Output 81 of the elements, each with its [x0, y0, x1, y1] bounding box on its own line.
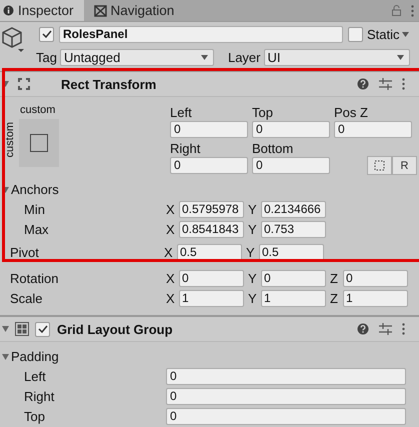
preset-label: custom [20, 104, 56, 116]
axis-label: X [166, 290, 176, 306]
component-header[interactable]: Grid Layout Group [0, 316, 419, 342]
static-label[interactable]: Static [367, 26, 400, 42]
checkbox[interactable] [35, 322, 50, 336]
component-title: Grid Layout Group [57, 322, 173, 336]
info-icon [3, 5, 14, 16]
section-label: Padding [11, 349, 59, 364]
field-label: Min [23, 202, 46, 216]
field-label: Right [23, 388, 56, 404]
input-field[interactable]: 0 [261, 270, 326, 286]
axis-label: Y [248, 290, 258, 306]
input-field[interactable]: 0 [170, 157, 248, 174]
layer-dropdown[interactable]: UI [264, 48, 410, 66]
foldout-arrow-icon[interactable] [1, 326, 9, 332]
dropdown-value: Untagged [64, 50, 120, 64]
field-label: Rotation [9, 270, 60, 286]
field-label: Max [23, 222, 50, 236]
field-label: Bottom [252, 141, 294, 156]
checkbox[interactable] [348, 26, 363, 42]
checkmark-icon [38, 325, 48, 333]
input-field[interactable]: 0.2134666 [261, 200, 326, 218]
input-field[interactable]: 0 [252, 121, 330, 138]
field-label: Top [252, 105, 274, 120]
axis-label: X [164, 244, 174, 260]
field-label: Pivot [9, 244, 40, 260]
square-icon [30, 134, 48, 152]
input-field[interactable]: RolesPanel [59, 26, 343, 42]
input-field[interactable]: 0 [166, 368, 406, 384]
component-header[interactable]: Rect Transform [0, 71, 419, 97]
axis-label: Y [246, 244, 256, 260]
caret-icon[interactable] [402, 32, 409, 36]
axis-label: Y [248, 222, 258, 236]
input-field[interactable]: 0 [170, 121, 248, 138]
input-field[interactable]: 0 [252, 157, 330, 174]
field-label: Top [23, 408, 46, 424]
checkbox[interactable] [39, 26, 54, 42]
field-label: Pos Z [334, 105, 369, 120]
component-title: Rect Transform [61, 76, 156, 92]
tag-dropdown[interactable]: Untagged [60, 48, 214, 66]
tab[interactable]: Inspector [0, 0, 84, 21]
section-label: Anchors [11, 182, 59, 197]
input-field[interactable]: 1 [343, 290, 408, 306]
input-field[interactable]: 0 [166, 408, 406, 424]
tag-label: Tag [36, 50, 57, 64]
axis-label: X [166, 202, 176, 216]
input-field[interactable]: 0.753 [261, 220, 326, 238]
axis-label: Z [330, 290, 339, 306]
input-field[interactable]: 0.5795978 [179, 200, 244, 218]
tab[interactable]: Navigation [84, 0, 184, 21]
input-field[interactable]: 0 [343, 270, 408, 286]
input-field[interactable]: 0.8541843 [179, 220, 244, 238]
preset-label: custom [4, 122, 16, 158]
corner-arrows-icon [17, 77, 31, 91]
caret-icon [200, 54, 208, 60]
foldout-arrow-icon[interactable] [1, 354, 9, 360]
axis-label: X [166, 270, 176, 286]
checkmark-icon [42, 30, 52, 38]
input-field[interactable]: 0.5 [259, 244, 324, 260]
input-field[interactable]: 0 [334, 121, 412, 138]
raw-edit-button[interactable]: R [392, 156, 417, 175]
field-label: Left [170, 105, 193, 120]
input-field[interactable]: 0 [179, 270, 244, 286]
blueprint-button[interactable] [367, 156, 392, 175]
caret-icon [396, 54, 404, 60]
axis-label: X [166, 222, 176, 236]
input-field[interactable]: 1 [179, 290, 244, 306]
axis-label: Y [248, 202, 258, 216]
layer-label: Layer [228, 50, 260, 64]
dotted-square-icon [374, 160, 385, 171]
dropdown-value: UI [268, 50, 280, 64]
anchor-preset-button[interactable] [19, 119, 59, 167]
field-label: Scale [9, 290, 44, 306]
axis-label: Y [248, 270, 258, 286]
field-label: Left [23, 368, 47, 384]
axis-label: Z [330, 270, 339, 286]
input-field[interactable]: 0 [166, 388, 406, 404]
cube-icon[interactable] [0, 26, 26, 54]
input-field[interactable]: 1 [261, 290, 326, 306]
field-label: Right [170, 141, 202, 156]
input-field[interactable]: 0.5 [177, 244, 242, 260]
